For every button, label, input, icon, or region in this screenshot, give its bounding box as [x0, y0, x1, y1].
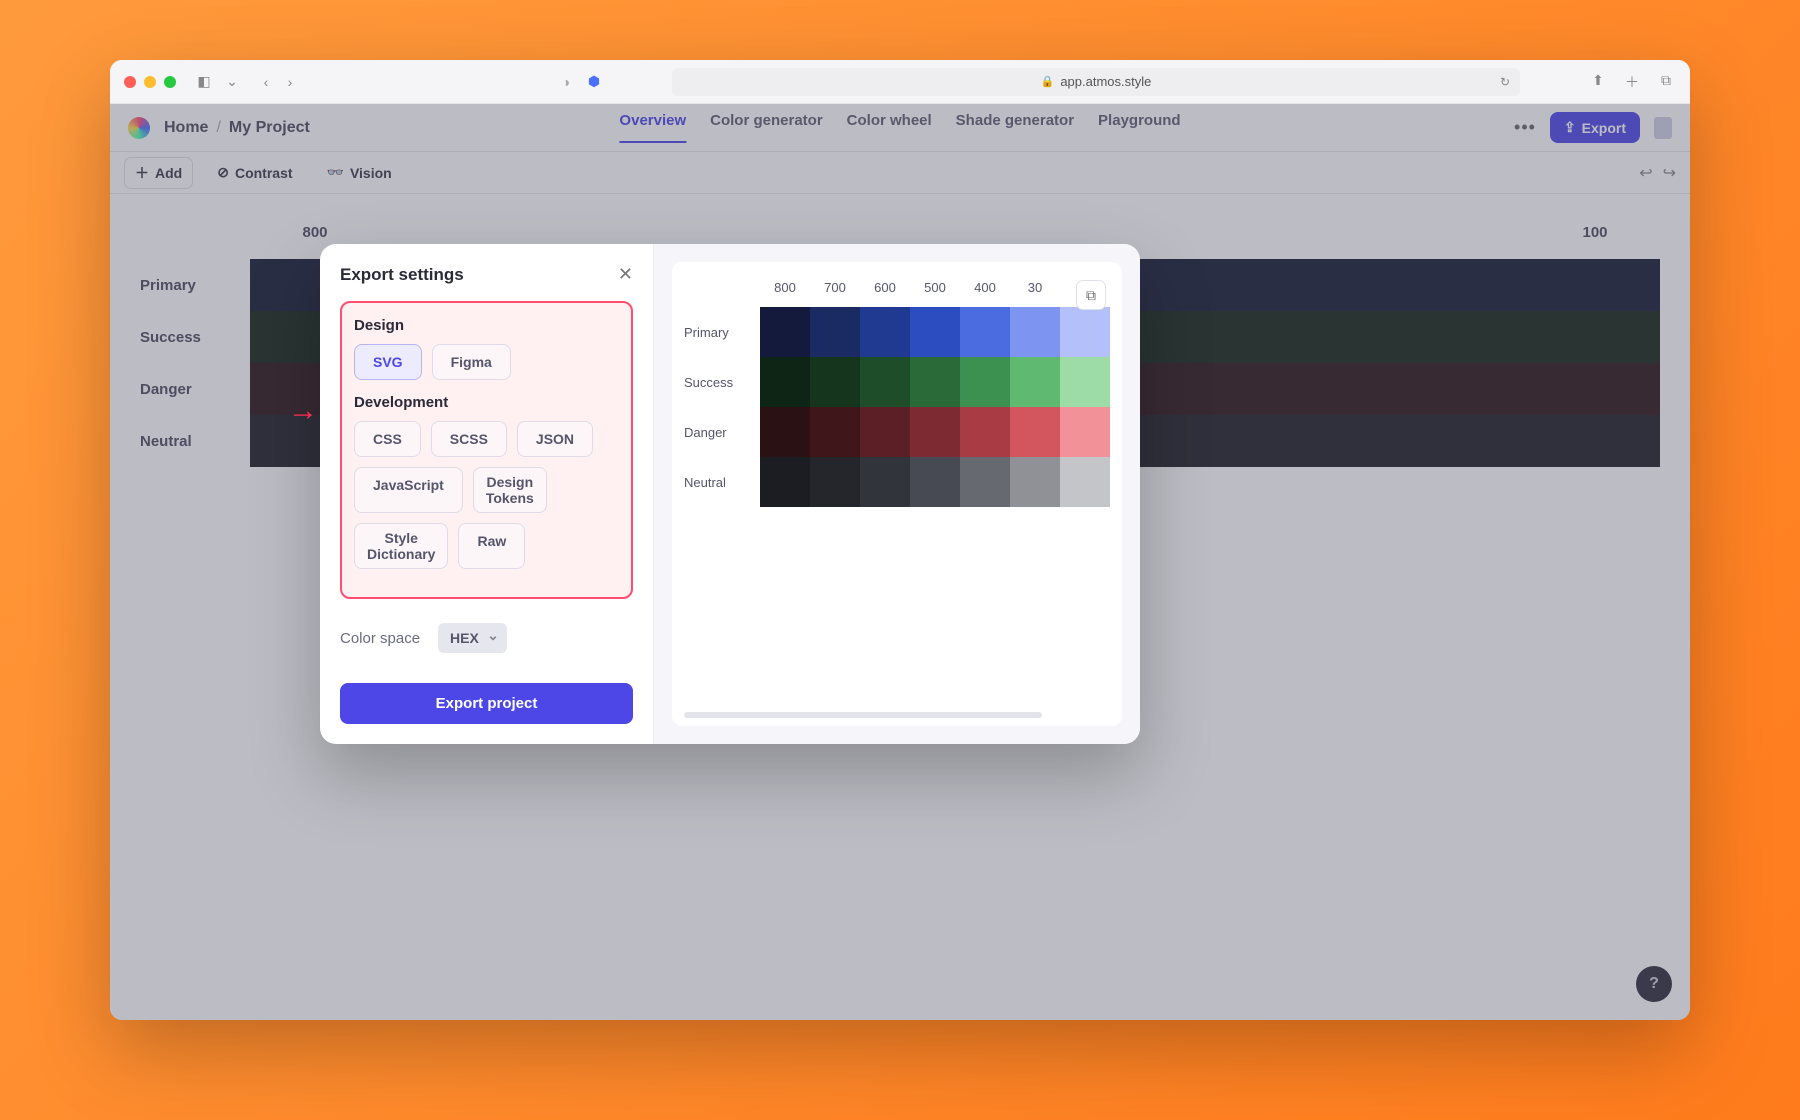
preview-swatch[interactable] [810, 407, 860, 457]
design-section-label: Design [354, 317, 619, 334]
preview-swatch[interactable] [910, 357, 960, 407]
preview-row-label: Primary [684, 325, 760, 340]
traffic-lights[interactable] [124, 76, 176, 88]
preview-col-label: 600 [860, 280, 910, 295]
minimize-window-icon[interactable] [144, 76, 156, 88]
preview-row: Neutral [684, 457, 1110, 507]
preview-col-label: 400 [960, 280, 1010, 295]
copy-icon: ⧉ [1086, 287, 1096, 304]
color-space-row: Color space HEX [340, 623, 633, 653]
format-javascript[interactable]: JavaScript [354, 467, 463, 513]
reload-icon[interactable]: ↻ [1500, 75, 1510, 89]
lock-icon: 🔒 [1041, 75, 1055, 88]
url-text: app.atmos.style [1060, 74, 1151, 89]
preview-swatch[interactable] [1010, 407, 1060, 457]
format-scss[interactable]: SCSS [431, 421, 507, 457]
extension-icon[interactable]: ⬢ [584, 73, 604, 90]
export-preview-panel: ⧉ 8007006005004003020 Primary Success Dang… [654, 244, 1140, 744]
preview-swatch[interactable] [1010, 457, 1060, 507]
preview-card: ⧉ 8007006005004003020 Primary Success Dang… [672, 262, 1122, 726]
shield-icon[interactable]: ◑ [556, 74, 576, 90]
preview-swatch[interactable] [960, 307, 1010, 357]
format-selection-box: Design SVG Figma Development CSS SCSS JS… [340, 301, 633, 599]
format-svg[interactable]: SVG [354, 344, 422, 380]
format-raw[interactable]: Raw [458, 523, 525, 569]
preview-swatch[interactable] [960, 357, 1010, 407]
format-style-dictionary[interactable]: Style Dictionary [354, 523, 448, 569]
new-tab-icon[interactable]: ＋ [1622, 72, 1642, 92]
preview-swatch[interactable] [760, 457, 810, 507]
maximize-window-icon[interactable] [164, 76, 176, 88]
preview-col-label: 30 [1010, 280, 1060, 295]
chevron-down-icon[interactable]: ⌄ [222, 73, 242, 90]
format-json[interactable]: JSON [517, 421, 593, 457]
preview-row-label: Danger [684, 425, 760, 440]
preview-swatch[interactable] [860, 357, 910, 407]
preview-col-label: 500 [910, 280, 960, 295]
preview-swatch[interactable] [860, 307, 910, 357]
sidebar-toggle-icon[interactable]: ◧ [194, 73, 214, 90]
address-bar[interactable]: 🔒 app.atmos.style ↻ [672, 68, 1520, 96]
preview-swatch[interactable] [810, 357, 860, 407]
development-section-label: Development [354, 394, 619, 411]
preview-grid: Primary Success Danger Neutral [684, 307, 1110, 507]
format-figma[interactable]: Figma [432, 344, 511, 380]
format-design-tokens[interactable]: Design Tokens [473, 467, 547, 513]
app-viewport: Home / My Project Overview Color generat… [110, 104, 1690, 1020]
preview-column-headers: 8007006005004003020 [760, 280, 1110, 295]
preview-swatch[interactable] [960, 457, 1010, 507]
browser-chrome: ◧ ⌄ ‹ › ◑ ⬢ 🔒 app.atmos.style ↻ ⬆︎ ＋ ⧉ [110, 60, 1690, 104]
share-icon[interactable]: ⬆︎ [1588, 72, 1608, 92]
tabs-icon[interactable]: ⧉ [1656, 72, 1676, 92]
forward-icon[interactable]: › [280, 74, 300, 90]
preview-swatch[interactable] [860, 407, 910, 457]
export-project-button[interactable]: Export project [340, 683, 633, 724]
preview-swatch[interactable] [960, 407, 1010, 457]
preview-swatch[interactable] [760, 357, 810, 407]
browser-window: ◧ ⌄ ‹ › ◑ ⬢ 🔒 app.atmos.style ↻ ⬆︎ ＋ ⧉ H… [110, 60, 1690, 1020]
preview-swatch[interactable] [910, 407, 960, 457]
back-icon[interactable]: ‹ [256, 74, 276, 90]
preview-swatch[interactable] [910, 457, 960, 507]
color-space-select[interactable]: HEX [438, 623, 507, 653]
preview-swatch[interactable] [1060, 407, 1110, 457]
close-icon[interactable]: ✕ [618, 264, 633, 285]
arrow-annotation-icon: → [288, 394, 318, 428]
color-space-label: Color space [340, 630, 420, 647]
preview-swatch[interactable] [1060, 307, 1110, 357]
preview-swatch[interactable] [1010, 357, 1060, 407]
preview-row: Danger [684, 407, 1110, 457]
horizontal-scrollbar[interactable] [684, 712, 1042, 718]
preview-col-label: 700 [810, 280, 860, 295]
close-window-icon[interactable] [124, 76, 136, 88]
preview-swatch[interactable] [910, 307, 960, 357]
color-space-value: HEX [450, 630, 479, 646]
preview-row: Primary [684, 307, 1110, 357]
preview-swatch[interactable] [760, 307, 810, 357]
preview-row: Success [684, 357, 1110, 407]
export-project-label: Export project [436, 695, 538, 712]
export-settings-modal: Export settings ✕ Design SVG Figma Devel… [320, 244, 1140, 744]
preview-swatch[interactable] [1010, 307, 1060, 357]
preview-swatch[interactable] [1060, 457, 1110, 507]
preview-col-label: 800 [760, 280, 810, 295]
preview-row-label: Success [684, 375, 760, 390]
preview-swatch[interactable] [1060, 357, 1110, 407]
copy-button[interactable]: ⧉ [1076, 280, 1106, 310]
format-css[interactable]: CSS [354, 421, 421, 457]
export-settings-panel: Export settings ✕ Design SVG Figma Devel… [320, 244, 654, 744]
preview-swatch[interactable] [810, 307, 860, 357]
preview-swatch[interactable] [860, 457, 910, 507]
modal-title: Export settings [340, 265, 464, 285]
preview-swatch[interactable] [810, 457, 860, 507]
preview-swatch[interactable] [760, 407, 810, 457]
preview-row-label: Neutral [684, 475, 760, 490]
